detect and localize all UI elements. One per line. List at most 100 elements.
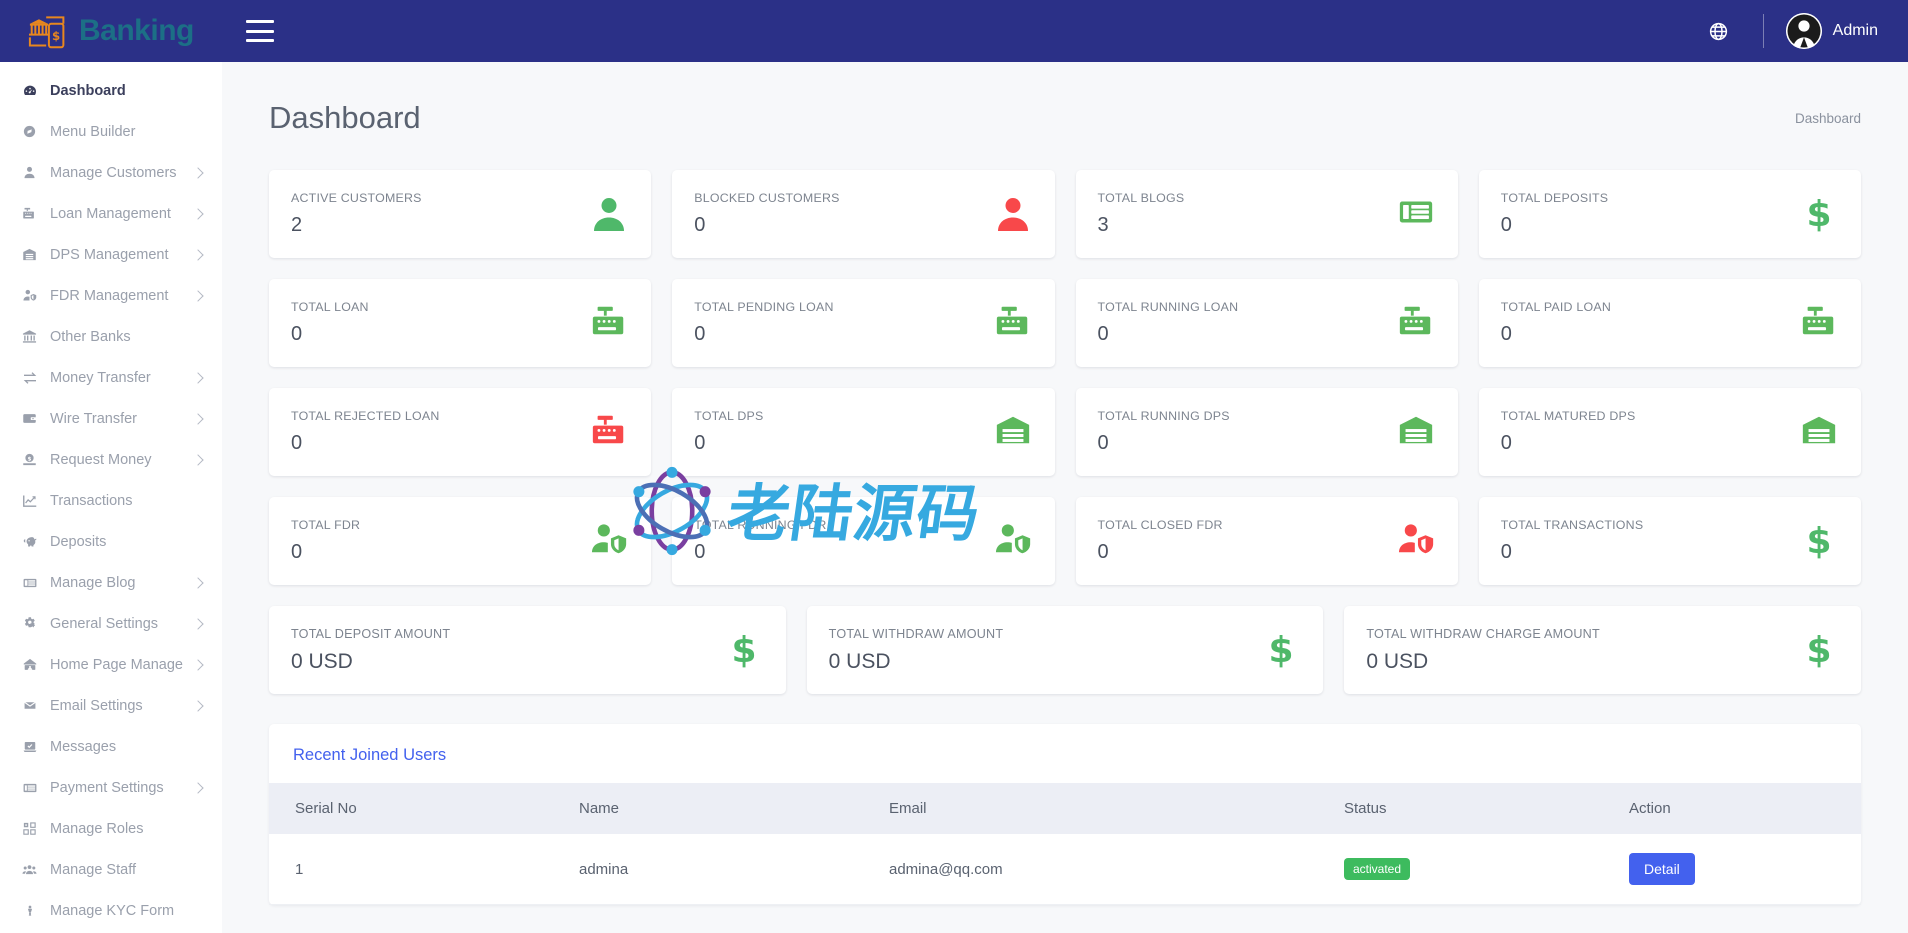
stat-card-label: TOTAL REJECTED LOAN — [291, 409, 440, 423]
dollar-sign-icon: $ — [1799, 193, 1839, 235]
sidebar-item-manage-staff[interactable]: Manage Staff — [0, 849, 222, 890]
sidebar-item-label: General Settings — [50, 615, 159, 632]
stat-card-label: TOTAL RUNNING FDR — [694, 518, 827, 532]
bank-icon — [20, 329, 39, 344]
sidebar-item-label: Payment Settings — [50, 779, 164, 796]
stat-card[interactable]: TOTAL TRANSACTIONS 0 $ — [1478, 497, 1861, 585]
amount-card[interactable]: TOTAL DEPOSIT AMOUNT 0 USD $ — [269, 606, 786, 694]
column-header-status: Status — [1344, 800, 1387, 817]
stat-card[interactable]: TOTAL RUNNING LOAN 0 — [1075, 279, 1458, 367]
stat-card[interactable]: TOTAL RUNNING FDR 0 — [672, 497, 1055, 585]
amount-card[interactable]: TOTAL WITHDRAW CHARGE AMOUNT 0 USD $ — [1344, 606, 1861, 694]
stat-card[interactable]: TOTAL BLOGS 3 — [1075, 170, 1458, 258]
sidebar-item-transactions[interactable]: Transactions — [0, 480, 222, 521]
chevron-right-icon — [192, 248, 204, 261]
detail-button[interactable]: Detail — [1629, 853, 1695, 885]
sidebar-item-label: Manage Roles — [50, 820, 144, 837]
sidebar-item-messages[interactable]: Messages — [0, 726, 222, 767]
sidebar-item-manage-kyc-form[interactable]: Manage KYC Form — [0, 890, 222, 931]
cash-register-icon — [1799, 302, 1839, 342]
user-shield-icon — [993, 520, 1033, 560]
stat-card-label: BLOCKED CUSTOMERS — [694, 191, 840, 205]
sidebar-item-home-page-manage[interactable]: Home Page Manage — [0, 644, 222, 685]
stat-card-row: TOTAL FDR 0 TOTAL RUNNING FDR 0 TOTAL CL… — [269, 497, 1861, 585]
stat-card[interactable]: TOTAL RUNNING DPS 0 — [1075, 388, 1458, 476]
sidebar-item-label: Dashboard — [50, 82, 126, 99]
sidebar-item-deposits[interactable]: Deposits — [0, 521, 222, 562]
sidebar-item-other-banks[interactable]: Other Banks — [0, 316, 222, 357]
sidebar-item-label: Deposits — [50, 533, 107, 550]
sidebar-item-fdr-management[interactable]: FDR Management — [0, 275, 222, 316]
stat-card[interactable]: TOTAL LOAN 0 — [269, 279, 652, 367]
roles-icon — [20, 821, 39, 836]
sidebar-item-label: FDR Management — [50, 287, 169, 304]
sidebar-item-payment-settings[interactable]: Payment Settings — [0, 767, 222, 808]
stat-card-value: 0 — [1500, 541, 1512, 563]
sidebar-item-label: Manage Staff — [50, 861, 136, 878]
panel-title[interactable]: Recent Joined Users — [293, 746, 446, 764]
stat-card-value: 0 — [1500, 214, 1512, 236]
stat-card[interactable]: TOTAL PENDING LOAN 0 — [672, 279, 1055, 367]
stat-card-row: TOTAL LOAN 0 TOTAL PENDING LOAN 0 TOTAL … — [269, 279, 1861, 367]
svg-text:$: $ — [731, 630, 756, 669]
amount-card[interactable]: TOTAL WITHDRAW AMOUNT 0 USD $ — [806, 606, 1324, 694]
topbar-right-cluster: Admin — [1697, 9, 1908, 53]
amount-card-label: TOTAL WITHDRAW CHARGE AMOUNT — [1366, 627, 1600, 641]
brand-name: Banking — [79, 14, 194, 47]
sidebar-item-wire-transfer[interactable]: Wire Transfer — [0, 398, 222, 439]
brand-logo-area[interactable]: $ Banking — [0, 0, 222, 62]
chevron-right-icon — [192, 453, 204, 466]
sidebar-item-label: Loan Management — [50, 205, 171, 222]
dollar-sign-icon: $ — [1261, 629, 1301, 671]
user-icon — [589, 193, 629, 233]
sidebar-item-manage-customers[interactable]: Manage Customers — [0, 152, 222, 193]
newspaper-icon — [20, 576, 39, 590]
hamburger-icon[interactable] — [246, 20, 274, 42]
main-content: Dashboard Dashboard ACTIVE CUSTOMERS 2 B… — [222, 62, 1908, 933]
sidebar-navigation: Dashboard Menu Builder Manage Customers Loa… — [0, 62, 222, 933]
stat-card[interactable]: ACTIVE CUSTOMERS 2 — [269, 170, 652, 258]
sidebar-item-manage-roles[interactable]: Manage Roles — [0, 808, 222, 849]
sidebar-item-manage-blog[interactable]: Manage Blog — [0, 562, 222, 603]
sidebar-item-menu-builder[interactable]: Menu Builder — [0, 111, 222, 152]
svg-text:$: $ — [1806, 521, 1831, 560]
sidebar-item-email-settings[interactable]: Email Settings — [0, 685, 222, 726]
top-navigation-bar: $ Banking Admin — [0, 0, 1908, 62]
stat-card[interactable]: TOTAL CLOSED FDR 0 — [1075, 497, 1458, 585]
stat-card-label: TOTAL MATURED DPS — [1500, 409, 1636, 423]
amount-card-value: 0 USD — [291, 650, 353, 673]
sidebar-item-loan-management[interactable]: Loan Management — [0, 193, 222, 234]
sidebar-item-dashboard[interactable]: Dashboard — [0, 70, 222, 111]
piggy-bank-icon — [20, 534, 39, 549]
sidebar-item-label: Wire Transfer — [50, 410, 138, 427]
stat-card[interactable]: TOTAL REJECTED LOAN 0 — [269, 388, 652, 476]
stat-card[interactable]: TOTAL DEPOSITS 0 $ — [1478, 170, 1861, 258]
stat-card-label: TOTAL PENDING LOAN — [694, 300, 834, 314]
column-header-email: Email — [889, 800, 927, 817]
panel-header: Recent Joined Users — [269, 724, 1861, 783]
stat-card[interactable]: BLOCKED CUSTOMERS 0 — [672, 170, 1055, 258]
stat-card[interactable]: TOTAL PAID LOAN 0 — [1478, 279, 1861, 367]
stat-card-text: TOTAL RUNNING LOAN 0 — [1098, 300, 1239, 346]
stat-card-text: TOTAL TRANSACTIONS 0 — [1501, 518, 1644, 564]
stat-card-text: TOTAL PAID LOAN 0 — [1501, 300, 1611, 346]
sidebar-item-label: Manage KYC Form — [50, 902, 175, 919]
stat-card[interactable]: TOTAL DPS 0 — [672, 388, 1055, 476]
sidebar-item-general-settings[interactable]: General Settings — [0, 603, 222, 644]
stat-card-text: BLOCKED CUSTOMERS 0 — [694, 191, 839, 237]
stat-card-label: TOTAL DPS — [694, 409, 764, 423]
sidebar-item-label: Other Banks — [50, 328, 131, 345]
sidebar-item-dps-management[interactable]: DPS Management — [0, 234, 222, 275]
stat-card-text: TOTAL BLOGS 3 — [1098, 191, 1185, 237]
globe-icon[interactable] — [1697, 9, 1741, 53]
stat-card[interactable]: TOTAL FDR 0 — [269, 497, 652, 585]
stat-card[interactable]: TOTAL MATURED DPS 0 — [1478, 388, 1861, 476]
sidebar-item-request-money[interactable]: $ Request Money — [0, 439, 222, 480]
chevron-right-icon — [192, 576, 204, 589]
sidebar-item-money-transfer[interactable]: Money Transfer — [0, 357, 222, 398]
column-header-action: Action — [1629, 800, 1671, 817]
stat-card-value: 0 — [1097, 323, 1109, 345]
stat-card-label: TOTAL RUNNING LOAN — [1097, 300, 1239, 314]
topbar-divider — [1762, 14, 1764, 48]
user-menu[interactable]: Admin — [1785, 13, 1878, 49]
